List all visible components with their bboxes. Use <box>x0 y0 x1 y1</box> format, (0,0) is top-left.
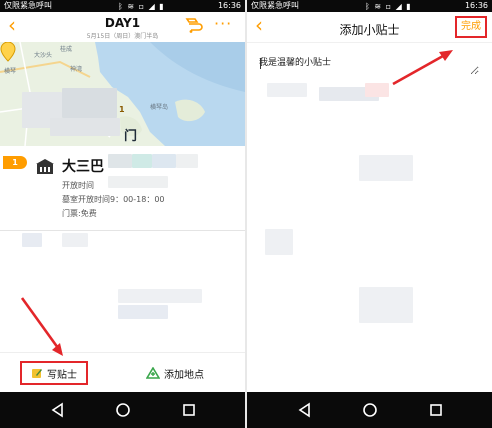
battery-icon: ▮ <box>406 2 412 11</box>
blurred-region <box>22 233 42 247</box>
itinerary-content <box>0 231 245 352</box>
status-time: 16:36 <box>217 1 241 10</box>
blurred-region <box>267 83 307 97</box>
map-city-label: 门 <box>124 129 138 144</box>
wifi-icon: ≋ <box>127 2 136 11</box>
poi-tomb-time: 墓室开放时间9：00-18：00 <box>62 195 165 204</box>
write-tip-label: 写贴士 <box>47 369 77 381</box>
map-label: 横琴岛 <box>150 104 169 111</box>
map-pin-number: 1 <box>119 105 125 114</box>
signal-icon: ◢ <box>395 2 403 11</box>
blurred-region <box>118 289 202 303</box>
blurred-region <box>108 154 132 168</box>
signal-icon: ◢ <box>148 2 156 11</box>
wifi-icon: ≋ <box>374 2 383 11</box>
add-tip-screen: 仅限紧急呼叫 ᛒ ≋ ▫ ◢ ▮ 16:36 ‹ 添加小贴士 完成 <box>247 0 492 428</box>
carrier-text: 仅限紧急呼叫 <box>4 1 52 10</box>
write-tip-button[interactable]: 写贴士 <box>20 361 88 385</box>
battery-icon: ▮ <box>159 2 165 11</box>
poi-ticket: 门票:免费 <box>62 209 97 218</box>
poi-name: 大三巴 <box>62 159 104 175</box>
status-time: 16:36 <box>464 1 488 10</box>
blurred-region <box>118 305 168 319</box>
more-dots-icon[interactable]: ··· <box>214 14 232 33</box>
title-bar: ‹ 添加小贴士 完成 <box>247 12 492 42</box>
status-bar: 仅限紧急呼叫 ᛒ ≋ ▫ ◢ ▮ 16:36 <box>247 0 492 12</box>
bluetooth-icon: ᛒ <box>118 2 124 11</box>
system-nav-bar <box>0 392 245 428</box>
poi-card[interactable]: 1 大三巴 开放时间 墓室开放时间9：00-18：00 门票:免费 <box>0 150 245 230</box>
no-sim-icon: ▫ <box>385 2 393 11</box>
itinerary-screen: 仅限紧急呼叫 ᛒ ≋ ▫ ◢ ▮ 16:36 ‹ DAY1 5月15日（周日）澳… <box>0 0 245 428</box>
page-title: DAY1 <box>104 16 141 30</box>
nav-recent-icon[interactable] <box>181 402 197 418</box>
blurred-region <box>50 118 120 136</box>
poi-open-time: 开放时间 <box>62 181 94 190</box>
status-bar: 仅限紧急呼叫 ᛒ ≋ ▫ ◢ ▮ 16:36 <box>0 0 245 12</box>
title-bar: ‹ DAY1 5月15日（周日）澳门半岛 ··· <box>0 12 245 42</box>
nav-back-icon[interactable] <box>50 402 66 418</box>
poi-number-badge: 1 <box>3 156 27 169</box>
map-pin-icon[interactable] <box>0 42 16 62</box>
add-location-button[interactable]: 添加地点 <box>146 361 204 385</box>
blurred-region <box>365 83 389 97</box>
blurred-region <box>132 154 152 168</box>
route-icon[interactable] <box>184 16 204 34</box>
tip-icon <box>32 369 42 378</box>
nav-recent-icon[interactable] <box>428 402 444 418</box>
map-label: 桂成 <box>60 46 73 53</box>
blurred-region <box>152 154 176 168</box>
blurred-region <box>108 176 168 188</box>
map-label: 横琴 <box>4 68 17 75</box>
no-sim-icon: ▫ <box>138 2 146 11</box>
blurred-region <box>62 233 88 247</box>
nav-back-icon[interactable] <box>297 402 313 418</box>
done-button[interactable]: 完成 <box>455 16 487 38</box>
add-location-icon <box>146 367 160 379</box>
text-caret <box>260 58 261 69</box>
tip-editor <box>247 42 492 392</box>
blurred-region <box>359 155 413 181</box>
map-label: 神湾 <box>70 66 83 73</box>
blurred-region <box>176 154 198 168</box>
action-bar: 写贴士 添加地点 <box>0 352 245 392</box>
tip-text-input[interactable] <box>259 55 479 75</box>
screenshot-root: 仅限紧急呼叫 ᛒ ≋ ▫ ◢ ▮ 16:36 ‹ DAY1 5月15日（周日）澳… <box>0 0 492 428</box>
map-view[interactable]: 大沙头 桂成 神湾 横琴 横琴岛 1 门 <box>0 42 245 146</box>
page-subtitle: 5月15日（周日）澳门半岛 <box>86 33 159 40</box>
blurred-region <box>359 287 413 323</box>
system-nav-bar <box>247 392 492 428</box>
bluetooth-icon: ᛒ <box>365 2 371 11</box>
map-label: 大沙头 <box>34 52 53 59</box>
carrier-text: 仅限紧急呼叫 <box>251 1 299 10</box>
nav-home-icon[interactable] <box>362 402 378 418</box>
landmark-icon <box>36 159 54 174</box>
blurred-region <box>62 88 117 118</box>
blurred-region <box>265 229 293 255</box>
nav-home-icon[interactable] <box>115 402 131 418</box>
add-location-label: 添加地点 <box>164 369 204 381</box>
